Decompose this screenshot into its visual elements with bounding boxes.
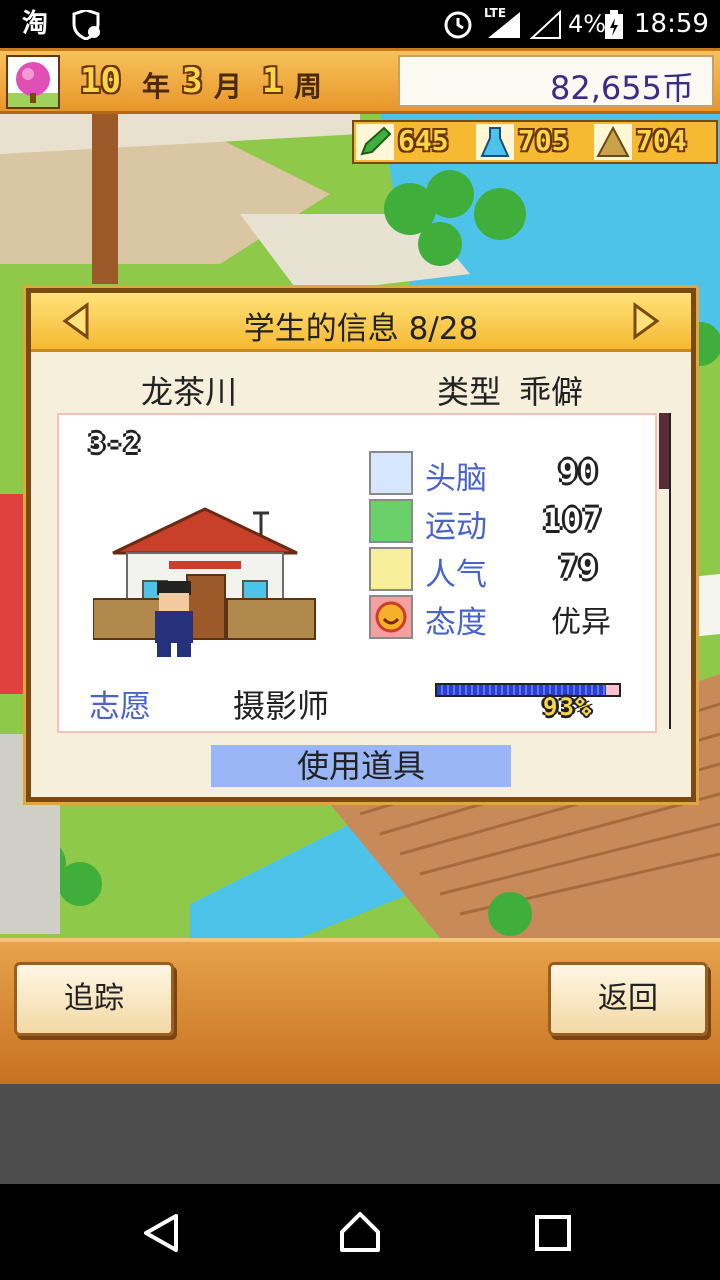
battery-percent: 4%	[568, 10, 607, 38]
year-number: 10	[80, 61, 121, 101]
student-card: 3-2 头脑 90 运动 107 人气 79 态度 优异 志愿 摄影师 93%	[57, 413, 657, 733]
dialog-title: 学生的信息 8/28	[243, 311, 479, 347]
money-box: 82,655币	[398, 55, 714, 107]
pyramid-icon	[594, 124, 632, 160]
brain-icon	[369, 451, 413, 495]
alarm-icon	[444, 11, 472, 39]
type-value: 乖僻	[519, 373, 584, 411]
resource-pyramid-value: 704	[636, 124, 687, 157]
track-button[interactable]: 追踪	[14, 962, 174, 1036]
pencil-icon	[356, 124, 394, 160]
clock: 18:59	[634, 9, 709, 39]
signal-icon	[488, 12, 520, 38]
month-number: 3	[182, 61, 203, 101]
vpn-shield-icon	[72, 10, 100, 40]
resource-bar: 645 705 704	[352, 120, 718, 164]
aspiration-label: 志愿	[89, 689, 151, 725]
smiley-icon	[369, 595, 413, 639]
aspiration-progress-text: 93%	[543, 693, 593, 721]
battery-icon	[605, 10, 623, 39]
ad-area	[0, 1084, 720, 1184]
use-item-button[interactable]: 使用道具	[211, 745, 511, 787]
flask-icon	[476, 124, 514, 160]
taobao-icon: 淘	[22, 9, 49, 39]
type-label: 类型	[437, 373, 502, 411]
house-image	[93, 507, 316, 640]
resource-flask-value: 705	[518, 124, 569, 157]
week-number: 1	[262, 61, 283, 101]
stat-popularity-label: 人气	[425, 557, 487, 593]
scrollbar-thumb[interactable]	[659, 413, 669, 489]
stat-attitude-label: 态度	[425, 605, 487, 641]
scrollbar[interactable]	[659, 413, 671, 729]
lightbulb-icon	[369, 547, 413, 591]
month-unit: 月	[214, 70, 243, 103]
top-info-bar: 10 年 3 月 1 周 82,655币	[0, 48, 720, 114]
stat-sport-label: 运动	[425, 509, 487, 545]
home-nav-icon[interactable]	[338, 1210, 382, 1254]
stat-sport-value: 107	[543, 503, 604, 538]
aspiration-progress	[435, 683, 621, 697]
next-arrow-icon[interactable]	[631, 301, 661, 341]
student-info-dialog: 学生的信息 8/28 龙茶川 类型 乖僻 3-2 头脑 90 运动 107 人气…	[26, 288, 696, 802]
student-name: 龙茶川	[141, 373, 238, 411]
resource-pencil-value: 645	[398, 124, 449, 157]
signal-empty-icon	[530, 10, 561, 39]
student-avatar	[155, 581, 193, 657]
season-icon[interactable]	[6, 55, 60, 109]
year-unit: 年	[142, 70, 171, 103]
back-button[interactable]: 返回	[548, 962, 708, 1036]
stat-brain-value: 90	[559, 455, 600, 490]
status-bar: 淘 LTE 4% 18:59	[0, 0, 720, 48]
recents-nav-icon[interactable]	[534, 1214, 572, 1252]
shoe-icon	[369, 499, 413, 543]
stat-brain-label: 头脑	[425, 461, 487, 497]
bottom-bar: 追踪 返回	[0, 938, 720, 1084]
stat-popularity-value: 79	[559, 551, 600, 586]
dialog-header: 学生的信息 8/28	[31, 293, 691, 352]
stat-attitude-value: 优异	[551, 605, 611, 640]
back-nav-icon[interactable]	[140, 1212, 182, 1254]
aspiration-value: 摄影师	[233, 687, 330, 725]
week-unit: 周	[294, 70, 323, 103]
class-label: 3-2	[89, 429, 142, 459]
android-nav-bar	[0, 1184, 720, 1280]
money-value: 82,655币	[550, 69, 694, 107]
